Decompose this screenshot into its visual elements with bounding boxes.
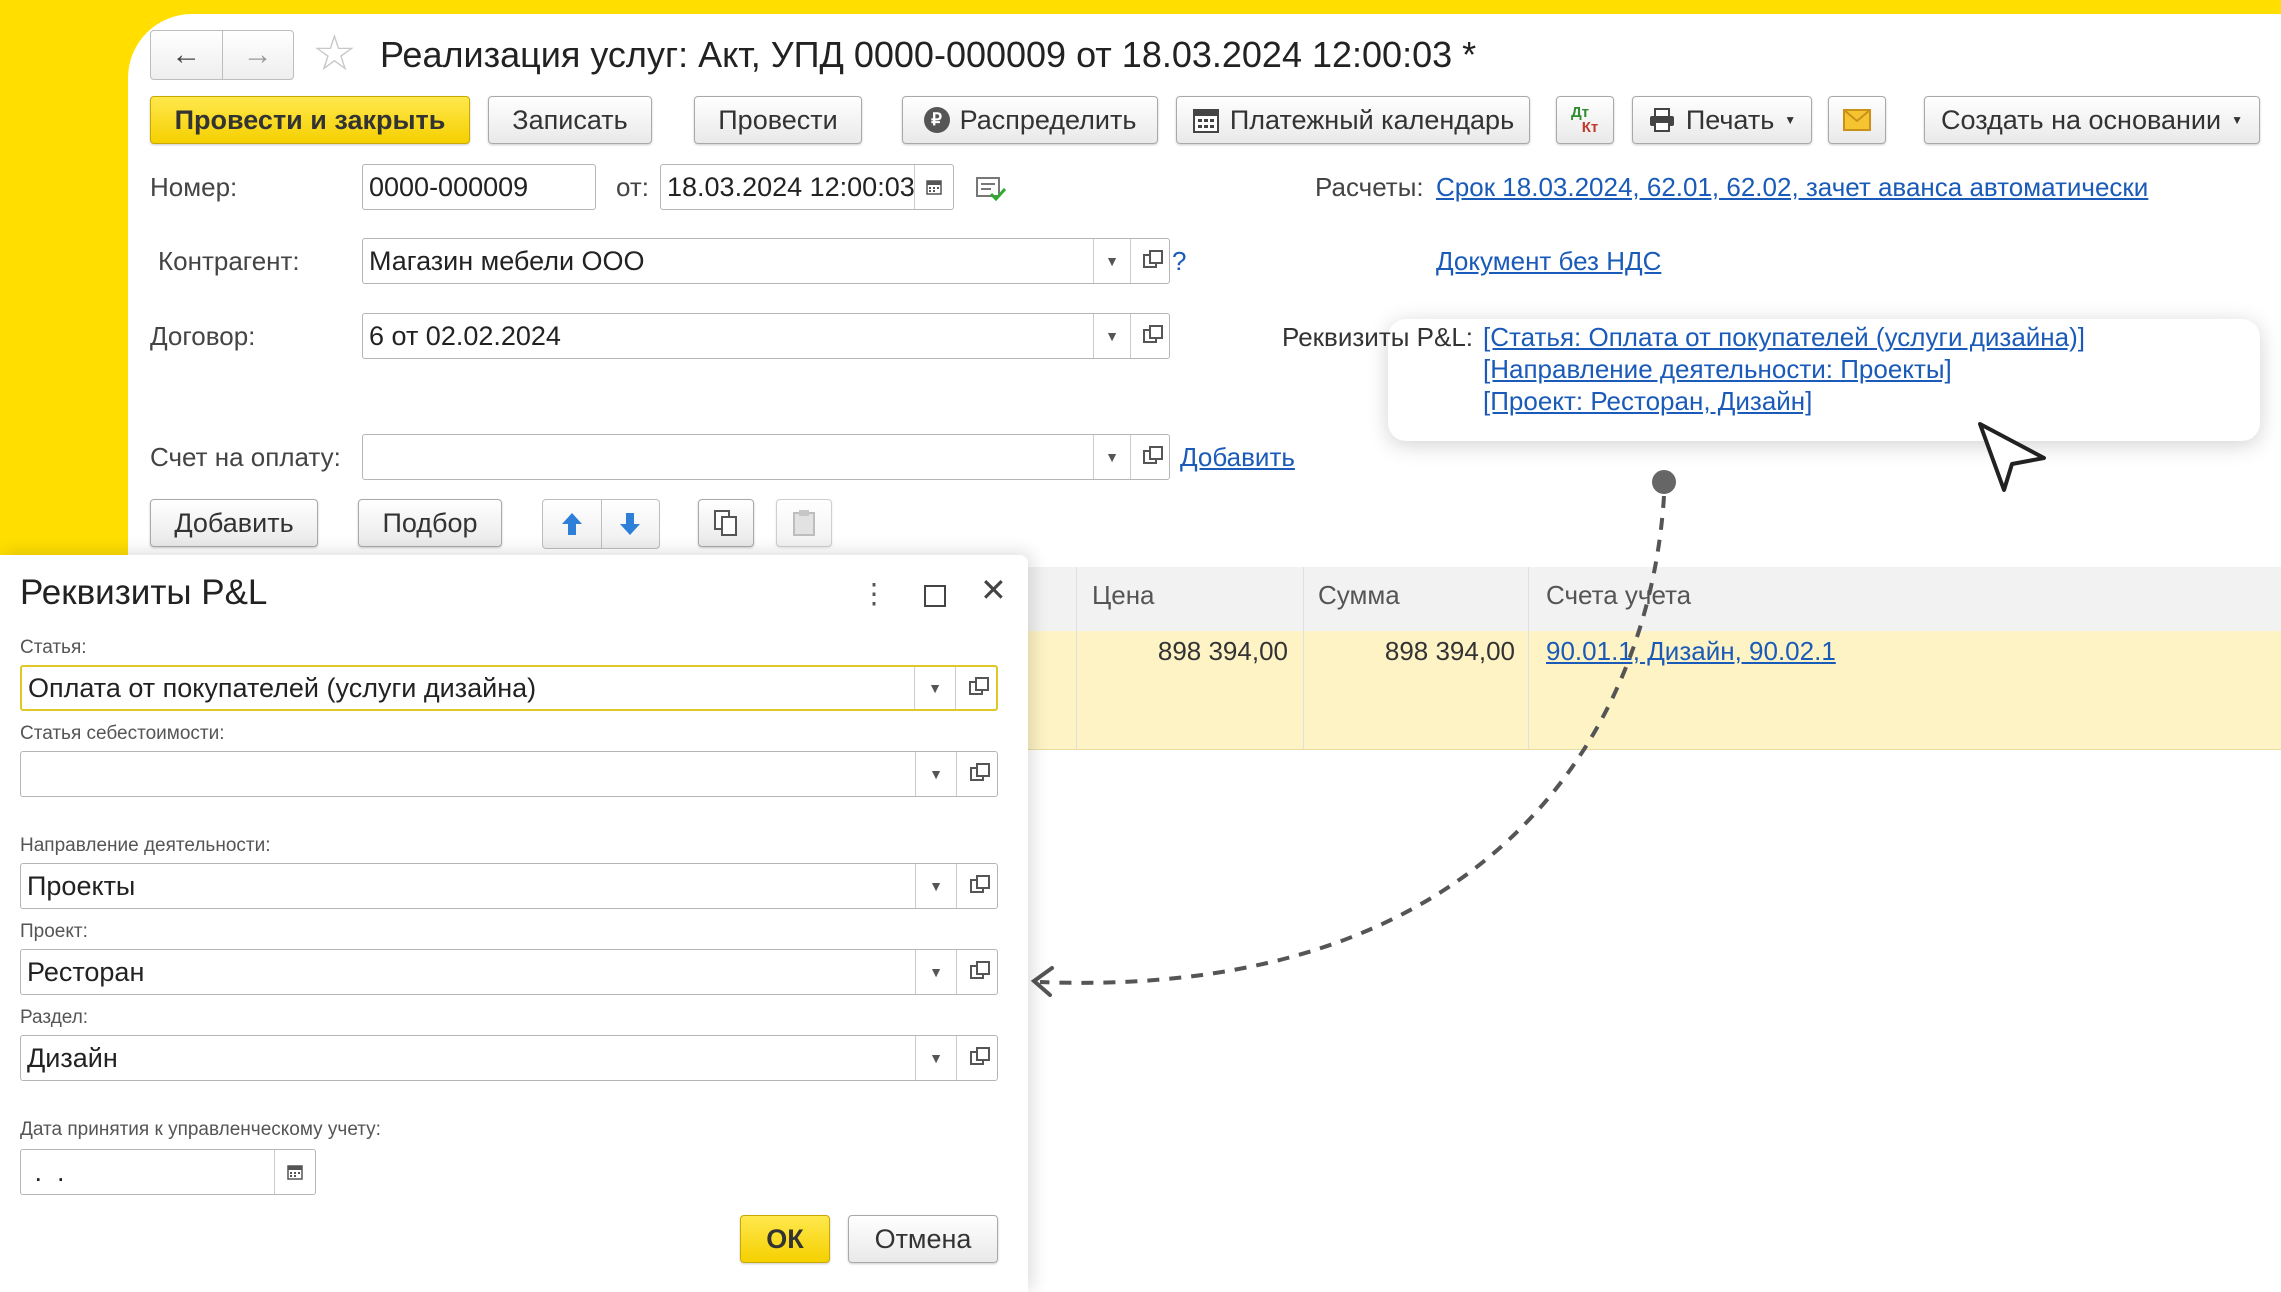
dashed-arrow-path (1039, 495, 1666, 985)
chevron-down-icon[interactable]: ▼ (914, 667, 955, 709)
open-icon[interactable] (955, 667, 996, 709)
close-icon[interactable]: ✕ (980, 571, 1007, 609)
dialog-title: Реквизиты P&L (20, 573, 268, 612)
open-icon[interactable] (956, 950, 997, 994)
open-icon[interactable] (956, 752, 997, 796)
open-icon[interactable] (956, 1036, 997, 1080)
project-value: Ресторан (27, 956, 145, 987)
management-date-value: . . (27, 1156, 65, 1187)
mouse-cursor-icon (1978, 422, 2046, 492)
ok-button[interactable]: ОК (740, 1215, 830, 1263)
direction-field[interactable]: Проекты ▼ (20, 863, 998, 909)
arrow-start-dot (1652, 470, 1676, 494)
management-date-field[interactable]: . . (20, 1149, 316, 1195)
ok-label: ОК (766, 1223, 804, 1254)
section-field[interactable]: Дизайн ▼ (20, 1035, 998, 1081)
more-menu-icon[interactable]: ⋮ (860, 577, 888, 610)
direction-label: Направление деятельности: (20, 835, 271, 856)
article-label: Статья: (20, 637, 87, 658)
maximize-icon[interactable] (924, 585, 946, 607)
section-value: Дизайн (27, 1042, 118, 1073)
chevron-down-icon[interactable]: ▼ (915, 864, 956, 908)
calendar-picker-icon[interactable] (274, 1150, 315, 1194)
article-value: Оплата от покупателей (услуги дизайна) (28, 672, 537, 703)
management-date-label: Дата принятия к управленческому учету: (20, 1119, 381, 1140)
chevron-down-icon[interactable]: ▼ (915, 950, 956, 994)
project-field[interactable]: Ресторан ▼ (20, 949, 998, 995)
pl-requisites-dialog: Реквизиты P&L ⋮ ✕ Статья: Оплата от поку… (0, 555, 1028, 1292)
cancel-button[interactable]: Отмена (848, 1215, 998, 1263)
chevron-down-icon[interactable]: ▼ (915, 752, 956, 796)
project-label: Проект: (20, 921, 88, 942)
cost-article-label: Статья себестоимости: (20, 723, 225, 744)
article-field[interactable]: Оплата от покупателей (услуги дизайна) ▼ (20, 665, 998, 711)
section-label: Раздел: (20, 1007, 89, 1028)
direction-value: Проекты (27, 870, 136, 901)
chevron-down-icon[interactable]: ▼ (915, 1036, 956, 1080)
cancel-label: Отмена (874, 1223, 972, 1254)
open-icon[interactable] (956, 864, 997, 908)
cost-article-field[interactable]: ▼ (20, 751, 998, 797)
